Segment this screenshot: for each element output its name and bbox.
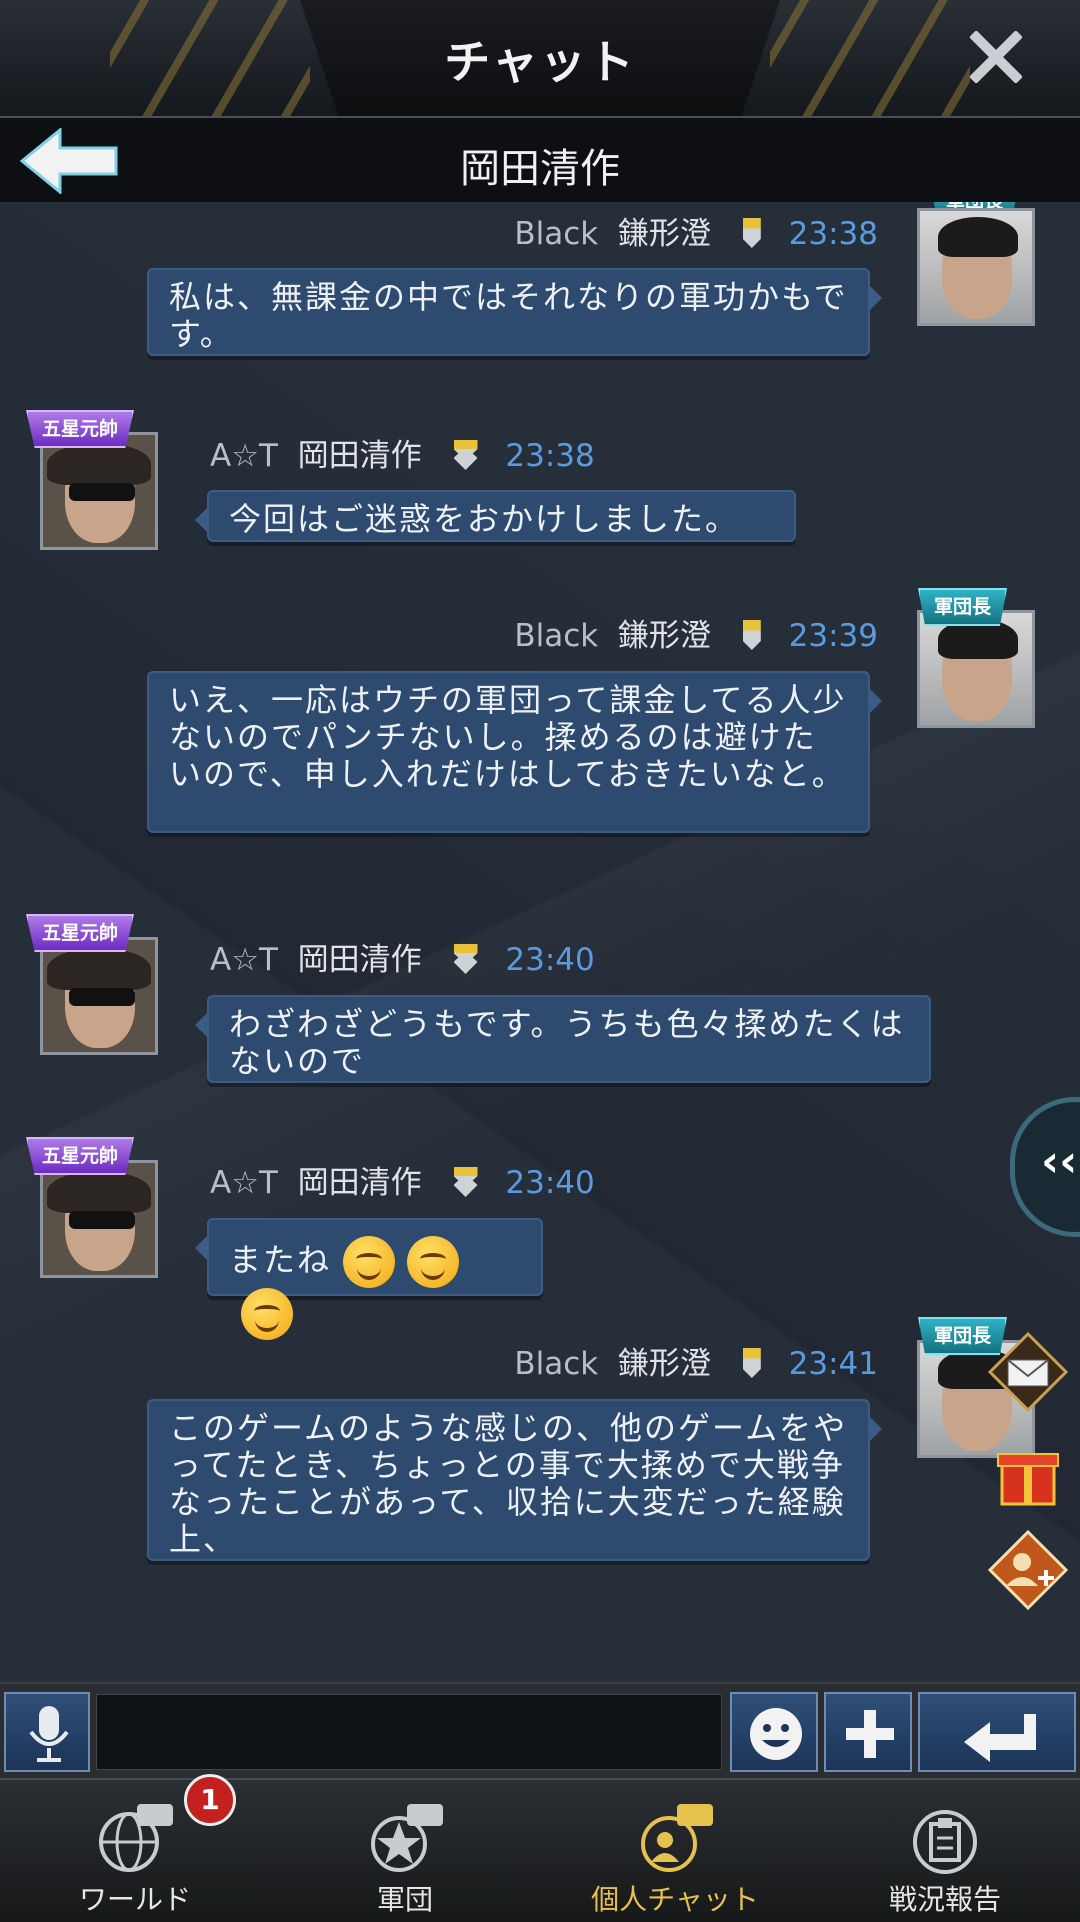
bottom-navigation: 1 ワールド 軍団 個人チャット 戦況報告 <box>0 1774 1080 1922</box>
medal-icon <box>742 1348 761 1378</box>
globe-chat-icon <box>99 1804 173 1872</box>
sender-name: 岡田清作 <box>297 1165 422 1201</box>
smiley-icon <box>750 1708 802 1760</box>
medal-icon <box>453 1167 478 1197</box>
message-time: 23:40 <box>505 1165 595 1201</box>
star-emblem-icon <box>371 1804 443 1872</box>
avatar[interactable] <box>40 432 158 550</box>
message-bubble[interactable]: 私は、無課金の中ではそれなりの軍功かもです。 <box>147 268 882 356</box>
message-bubble[interactable]: またね <box>195 1218 543 1340</box>
message-text: またね <box>229 1241 332 1279</box>
send-button[interactable] <box>918 1692 1076 1772</box>
medal-icon <box>742 218 761 248</box>
nav-battle-report-label: 戦況報告 <box>888 1883 1001 1916</box>
message-bubble[interactable]: 今回はご迷惑をおかけしました。 <box>195 490 796 542</box>
close-icon[interactable] <box>960 22 1030 92</box>
mail-icon[interactable] <box>988 1332 1068 1412</box>
message-meta: A☆T 岡田清作 23:40 <box>210 1157 595 1202</box>
nav-legion-label: 軍団 <box>376 1883 433 1916</box>
avatar-hair <box>938 217 1018 257</box>
message-time: 23:40 <box>505 942 595 978</box>
message-time: 23:38 <box>788 216 878 252</box>
medal-icon <box>453 440 478 470</box>
avatar[interactable] <box>40 1160 158 1278</box>
plus-icon <box>846 1710 894 1758</box>
nav-battle-report[interactable]: 戦況報告 <box>810 1780 1080 1922</box>
avatar[interactable] <box>917 208 1035 326</box>
message-meta: A☆T 岡田清作 23:40 <box>210 934 595 979</box>
message-time: 23:39 <box>788 618 878 654</box>
chat-partner-name: 岡田清作 <box>460 146 620 192</box>
message-time: 23:41 <box>788 1346 878 1382</box>
sender-alliance: A☆T <box>210 942 278 978</box>
message-meta: Black 鎌形澄 23:41 <box>514 1338 878 1383</box>
avatar-sunglasses <box>69 483 135 501</box>
side-panel-toggle[interactable]: ‹‹ <box>1010 1097 1080 1237</box>
smile-emoji-icon <box>343 1236 396 1288</box>
sender-name: 鎌形澄 <box>617 1346 711 1382</box>
nav-world-label: ワールド <box>78 1883 191 1916</box>
voice-input-button[interactable] <box>4 1692 90 1772</box>
message-meta: A☆T 岡田清作 23:38 <box>210 430 595 475</box>
enter-arrow-icon <box>964 1714 1036 1762</box>
sender-alliance: A☆T <box>210 438 278 474</box>
smile-emoji-icon <box>407 1236 460 1288</box>
avatar-sunglasses <box>69 1211 135 1229</box>
sender-name: 岡田清作 <box>297 438 422 474</box>
rank-badge: 軍団長 <box>918 588 1008 626</box>
rank-badge: 五星元帥 <box>26 914 135 952</box>
emoji-button[interactable] <box>730 1692 818 1772</box>
sender-alliance: A☆T <box>210 1165 278 1201</box>
message-bubble[interactable]: いえ、一応はウチの軍団って課金してる人少ないのでパンチないし。揉めるのは避けたい… <box>147 671 882 833</box>
sender-alliance: Black <box>514 618 599 654</box>
avatar[interactable] <box>40 937 158 1055</box>
gift-icon[interactable] <box>988 1432 1068 1512</box>
smile-emoji-icon <box>241 1288 293 1340</box>
sender-name: 鎌形澄 <box>617 216 711 252</box>
nav-world[interactable]: 1 ワールド <box>0 1774 270 1922</box>
chat-message-list[interactable]: 軍団長 Black 鎌形澄 23:38 私は、無課金の中ではそれなりの軍功かもで… <box>0 202 1080 1682</box>
message-meta: Black 鎌形澄 23:38 <box>514 208 878 253</box>
double-chevron-left-icon: ‹‹ <box>1041 1136 1078 1187</box>
sender-name: 岡田清作 <box>297 942 422 978</box>
notification-badge: 1 <box>184 1774 236 1826</box>
avatar[interactable] <box>917 610 1035 728</box>
rank-badge: 五星元帥 <box>26 410 135 448</box>
chat-input-bar <box>0 1682 1080 1780</box>
sender-alliance: Black <box>514 216 599 252</box>
nav-private-chat[interactable]: 個人チャット <box>540 1780 810 1922</box>
avatar-beret <box>47 1171 151 1213</box>
add-attachment-button[interactable] <box>824 1692 912 1772</box>
microphone-icon <box>29 1706 69 1762</box>
rank-badge: 五星元帥 <box>26 1137 135 1175</box>
sender-name: 鎌形澄 <box>617 618 711 654</box>
nav-legion[interactable]: 軍団 <box>270 1780 540 1922</box>
message-time: 23:38 <box>505 438 595 474</box>
medal-icon <box>453 944 478 974</box>
page-title: チャット <box>444 35 636 89</box>
nav-private-chat-label: 個人チャット <box>591 1883 759 1916</box>
avatar-sunglasses <box>69 988 135 1006</box>
medal-icon <box>742 620 761 650</box>
message-bubble[interactable]: わざわざどうもです。うちも色々揉めたくはないので <box>195 995 931 1083</box>
title-bar: チャット <box>0 0 1080 118</box>
sender-alliance: Black <box>514 1346 599 1382</box>
avatar-beret <box>47 948 151 990</box>
add-friend-icon[interactable] <box>988 1530 1068 1610</box>
clipboard-report-icon <box>913 1810 977 1874</box>
avatar-beret <box>47 443 151 485</box>
message-meta: Black 鎌形澄 23:39 <box>514 610 878 655</box>
chat-header: 岡田清作 <box>0 118 1080 202</box>
private-chat-icon <box>641 1804 713 1872</box>
message-bubble[interactable]: このゲームのような感じの、他のゲームをやってたとき、ちょっとの事で大揉めで大戦争… <box>147 1399 882 1561</box>
message-input[interactable] <box>96 1694 722 1770</box>
